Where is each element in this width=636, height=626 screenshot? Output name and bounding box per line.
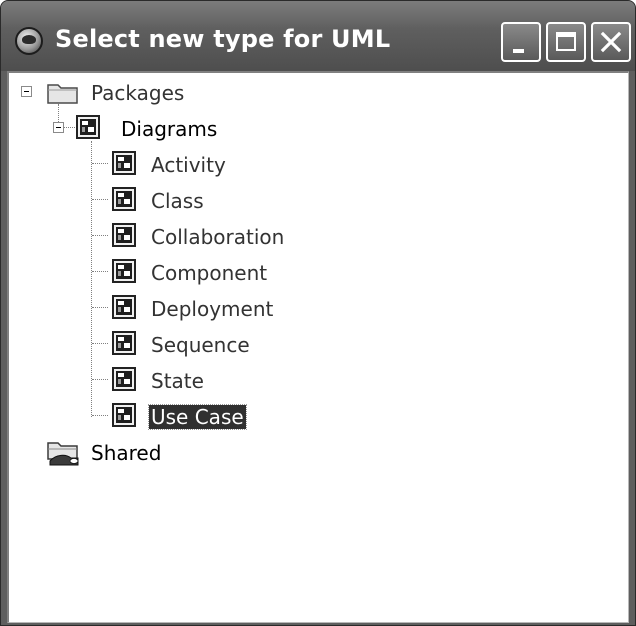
tree-item-diagrams[interactable]: Diagrams [119, 117, 219, 141]
maximize-button[interactable] [546, 22, 586, 62]
close-button[interactable] [591, 22, 631, 62]
collapse-toggle-packages[interactable] [21, 86, 32, 97]
diagram-icon [112, 151, 136, 175]
close-icon [600, 31, 622, 53]
tree-line [92, 163, 108, 164]
folder-icon [47, 84, 78, 104]
diagram-icon [112, 367, 136, 391]
diagram-icon [112, 259, 136, 283]
minimize-icon [513, 49, 524, 53]
diagram-icon [112, 295, 136, 319]
tree-line [92, 235, 108, 236]
shared-folder-icon [47, 442, 79, 466]
tree-item-deployment[interactable]: Deployment [149, 297, 275, 321]
tree-line [92, 379, 108, 380]
diagram-icon [76, 115, 100, 139]
window-title: Select new type for UML [55, 25, 391, 53]
tree-item-class[interactable]: Class [149, 189, 206, 213]
tree-line [91, 141, 92, 417]
minimize-button[interactable] [501, 22, 541, 62]
dialog-window: Select new type for UML Packages Diagram… [0, 0, 636, 626]
tree-item-shared[interactable]: Shared [89, 441, 163, 465]
tree-item-sequence[interactable]: Sequence [149, 333, 252, 357]
diagram-icon [112, 187, 136, 211]
title-bar[interactable]: Select new type for UML [1, 1, 635, 71]
tree-line [92, 415, 108, 416]
tree-item-use-case[interactable]: Use Case [148, 404, 247, 430]
tree-line [92, 271, 108, 272]
tree-line [92, 343, 108, 344]
tree-item-activity[interactable]: Activity [149, 153, 228, 177]
collapse-toggle-diagrams[interactable] [53, 122, 64, 133]
tree-item-collaboration[interactable]: Collaboration [149, 225, 286, 249]
diagram-icon [112, 331, 136, 355]
tree-item-component[interactable]: Component [149, 261, 269, 285]
diagram-icon [112, 223, 136, 247]
tree-item-state[interactable]: State [149, 369, 206, 393]
diagram-icon [112, 403, 136, 427]
tree-line [92, 199, 108, 200]
maximize-icon [556, 32, 576, 51]
tree-line [63, 127, 75, 128]
type-tree: Packages Diagrams Activity Class Collabo… [7, 71, 629, 623]
tree-line [58, 104, 59, 122]
tree-line [92, 307, 108, 308]
tree-item-packages[interactable]: Packages [89, 81, 186, 105]
app-icon[interactable] [15, 27, 43, 55]
